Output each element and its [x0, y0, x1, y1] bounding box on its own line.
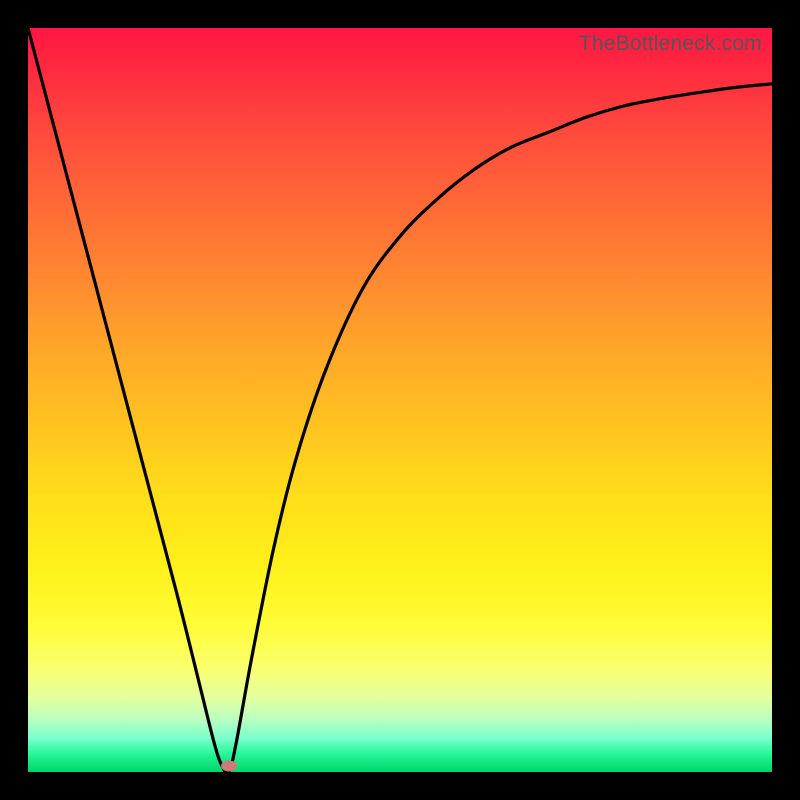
- minimum-marker: [221, 761, 237, 772]
- bottleneck-curve: [28, 28, 772, 772]
- curve-path: [28, 28, 772, 773]
- chart-frame: TheBottleneck.com: [0, 0, 800, 800]
- plot-area: TheBottleneck.com: [28, 28, 772, 772]
